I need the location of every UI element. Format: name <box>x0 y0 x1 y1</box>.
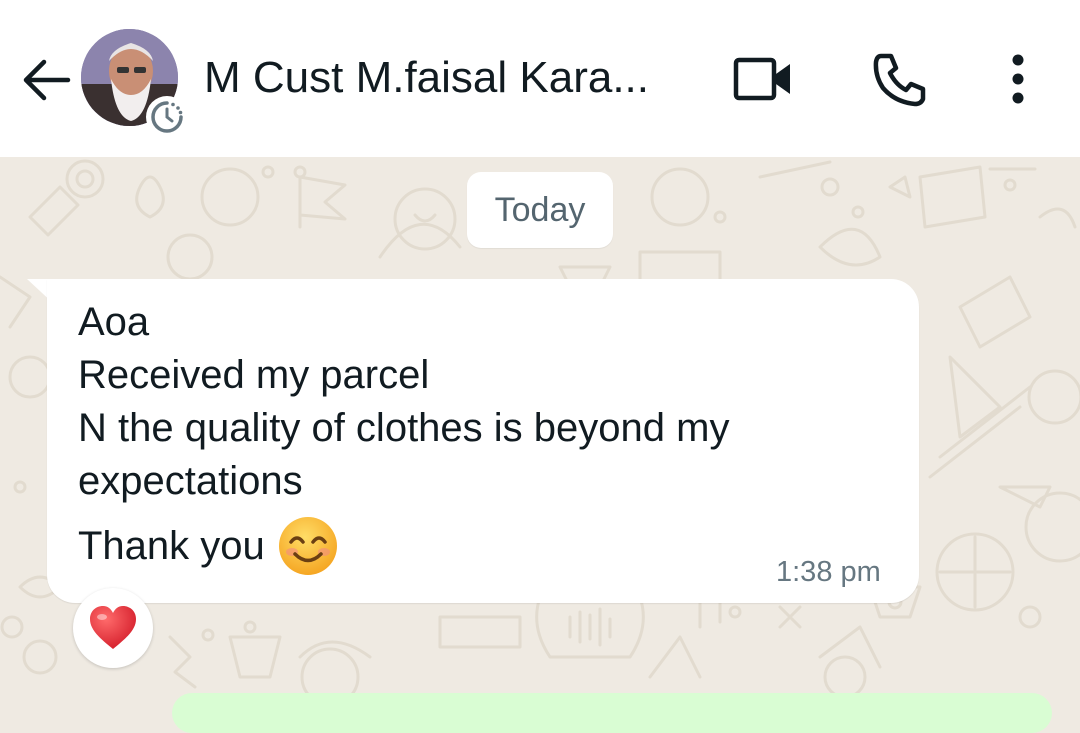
chat-header: M Cust M.faisal Kara... <box>0 0 1080 157</box>
message-text: Aoa Received my parcel N the quality of … <box>78 296 729 508</box>
red-heart-emoji-icon <box>90 606 136 649</box>
back-button[interactable] <box>18 52 74 108</box>
arrow-left-icon <box>23 59 71 101</box>
message-line: Received my parcel <box>78 353 430 397</box>
video-call-button[interactable] <box>732 54 794 104</box>
smiling-face-emoji-icon <box>278 517 337 575</box>
message-closing-text: Thank you <box>78 523 265 568</box>
message-closing-line: Thank you <box>78 515 339 577</box>
contact-name[interactable]: M Cust M.faisal Kara... <box>204 52 649 104</box>
status-indicator <box>146 96 188 138</box>
outgoing-message-bubble[interactable] <box>172 693 1052 733</box>
voice-call-button[interactable] <box>871 50 929 108</box>
more-options-button[interactable] <box>1000 50 1036 108</box>
status-timer-icon <box>151 101 183 133</box>
message-reaction[interactable] <box>73 588 153 668</box>
message-line: expectations <box>78 459 303 503</box>
more-vertical-icon <box>1012 54 1024 104</box>
date-divider: Today <box>467 172 613 248</box>
video-camera-icon <box>733 57 790 101</box>
message-line: Aoa <box>78 300 150 344</box>
phone-icon <box>873 53 926 107</box>
message-line: N the quality of clothes is beyond my <box>78 406 730 450</box>
message-timestamp: 1:38 pm <box>776 556 881 588</box>
